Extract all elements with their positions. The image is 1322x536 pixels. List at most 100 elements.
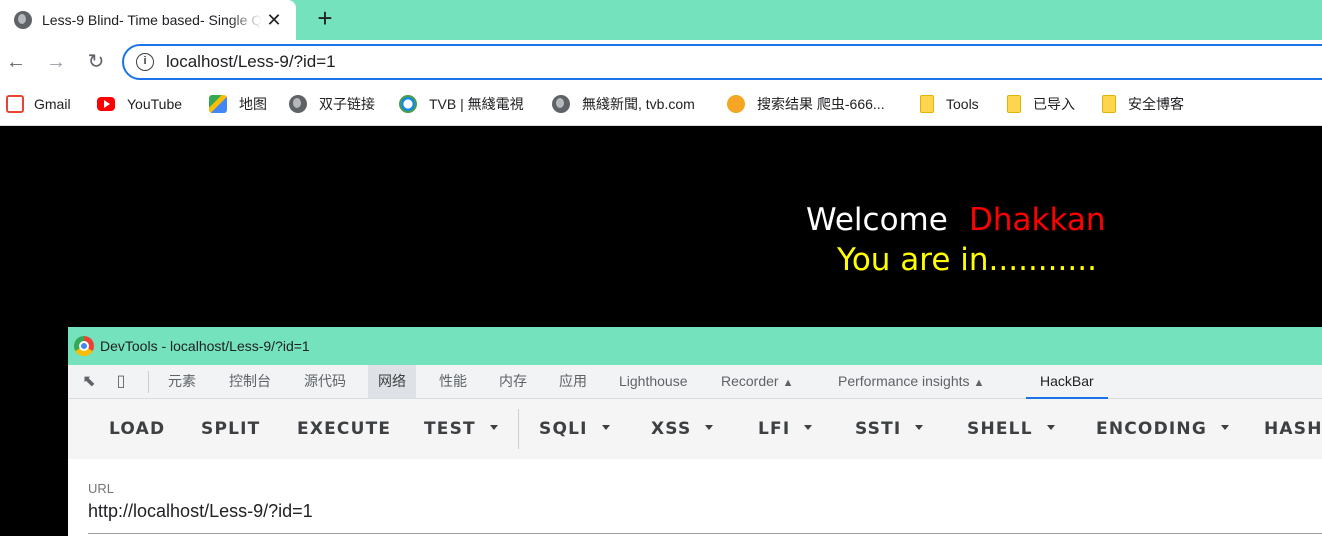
globe-icon xyxy=(552,95,570,113)
browser-tab[interactable]: Less-9 Blind- Time based- Single Quotes-… xyxy=(0,0,296,40)
url-input[interactable]: http://localhost/Less-9/?id=1 xyxy=(88,501,313,522)
url-label: URL xyxy=(88,481,115,496)
button-label: TEST xyxy=(424,419,476,439)
button-label: LFI xyxy=(758,419,791,439)
bookmark-youtube[interactable]: YouTube xyxy=(97,84,182,124)
tab-elements[interactable]: 元素 xyxy=(158,365,206,398)
bookmark-tools[interactable]: Tools xyxy=(920,84,979,124)
hackbar-url-field[interactable]: URL http://localhost/Less-9/?id=1 xyxy=(68,459,1322,536)
chrome-icon xyxy=(74,336,94,356)
tab-label: Recorder xyxy=(721,373,779,389)
experiment-icon: ▲ xyxy=(973,377,985,389)
bookmark-label: 已导入 xyxy=(1033,96,1075,112)
bookmark-imported[interactable]: 已导入 xyxy=(1007,84,1075,124)
bookmark-label: 無綫新聞, tvb.com xyxy=(582,96,695,112)
tab-console[interactable]: 控制台 xyxy=(219,365,281,398)
tab-network[interactable]: 网络 xyxy=(368,365,416,398)
bookmark-maps[interactable]: 地图 xyxy=(209,84,267,124)
folder-icon xyxy=(920,95,934,113)
lfi-dropdown[interactable]: LFI xyxy=(758,419,813,439)
youtube-icon xyxy=(97,97,115,111)
tab-performance[interactable]: 性能 xyxy=(429,365,477,398)
bookmark-label: 双子链接 xyxy=(319,96,375,112)
chevron-down-icon xyxy=(489,424,498,430)
close-icon[interactable]: ✕ xyxy=(264,10,284,30)
bookmark-label: 安全博客 xyxy=(1128,96,1184,112)
test-dropdown[interactable]: TEST xyxy=(424,419,498,439)
button-label: SHELL xyxy=(967,419,1033,439)
devtools-tabbar: ⬉ ▯ 元素 控制台 源代码 网络 性能 内存 应用 Lighthouse Re… xyxy=(68,365,1322,399)
back-icon[interactable]: ← xyxy=(4,50,28,74)
execute-button[interactable]: EXECUTE xyxy=(297,419,391,439)
button-label: SQLI xyxy=(539,419,588,439)
maps-icon xyxy=(209,95,227,113)
chevron-down-icon xyxy=(804,424,813,430)
bookmark-label: Gmail xyxy=(34,96,71,112)
bookmark-gmail[interactable]: Gmail xyxy=(6,84,71,124)
toolbar-divider xyxy=(148,371,149,393)
folder-icon xyxy=(1007,95,1021,113)
bookmark-security-blog[interactable]: 安全博客 xyxy=(1102,84,1184,124)
button-label: SSTI xyxy=(855,419,902,439)
status-message: You are in........... xyxy=(837,242,1097,278)
crown-icon xyxy=(727,95,745,113)
inspect-element-icon[interactable]: ⬉ xyxy=(78,371,100,393)
bookmark-label: 地图 xyxy=(239,96,267,112)
bookmark-label: Tools xyxy=(946,96,979,112)
address-url[interactable]: localhost/Less-9/?id=1 xyxy=(166,52,336,72)
tab-hackbar[interactable]: HackBar xyxy=(1026,365,1108,399)
bookmark-search[interactable]: 搜索结果 爬虫-666... xyxy=(727,84,885,124)
chevron-down-icon xyxy=(915,424,924,430)
folder-icon xyxy=(1102,95,1116,113)
button-label: XSS xyxy=(651,419,692,439)
ssti-dropdown[interactable]: SSTI xyxy=(855,419,924,439)
reload-icon[interactable]: ↻ xyxy=(84,50,108,74)
devtools-window: DevTools - localhost/Less-9/?id=1 ⬉ ▯ 元素… xyxy=(68,327,1322,536)
load-button[interactable]: LOAD xyxy=(109,419,165,439)
gmail-icon xyxy=(6,95,24,113)
forward-icon[interactable]: → xyxy=(44,50,68,74)
button-label: ENCODING xyxy=(1096,419,1207,439)
tab-memory[interactable]: 内存 xyxy=(489,365,537,398)
chevron-down-icon xyxy=(601,424,610,430)
welcome-name: Dhakkan xyxy=(969,202,1106,238)
sqli-dropdown[interactable]: SQLI xyxy=(539,419,610,439)
shell-dropdown[interactable]: SHELL xyxy=(967,419,1055,439)
hashing-dropdown[interactable]: HASHI xyxy=(1264,419,1322,439)
info-icon[interactable]: i xyxy=(136,53,154,71)
device-toolbar-icon[interactable]: ▯ xyxy=(110,371,132,393)
hackbar-toolbar: LOAD SPLIT EXECUTE TEST SQLI XSS LFI SST… xyxy=(68,399,1322,459)
new-tab-icon[interactable]: + xyxy=(312,5,338,32)
welcome-text: Welcome xyxy=(806,202,948,238)
globe-icon xyxy=(289,95,307,113)
bookmark-shuangzi[interactable]: 双子链接 xyxy=(289,84,375,124)
input-underline xyxy=(88,533,1322,534)
tab-title: Less-9 Blind- Time based- Single Quotes-… xyxy=(42,12,262,28)
bookmark-label: YouTube xyxy=(127,96,183,112)
address-bar[interactable]: i localhost/Less-9/?id=1 xyxy=(122,44,1322,80)
tab-sources[interactable]: 源代码 xyxy=(294,365,356,398)
split-button[interactable]: SPLIT xyxy=(201,419,260,439)
bookmark-label: 搜索结果 爬虫-666... xyxy=(757,96,885,112)
tab-recorder[interactable]: Recorder ▲ xyxy=(711,365,803,398)
bookmark-tvb-news[interactable]: 無綫新聞, tvb.com xyxy=(552,84,695,124)
devtools-title: DevTools - localhost/Less-9/?id=1 xyxy=(100,338,310,354)
chevron-down-icon xyxy=(1221,424,1229,430)
chevron-down-icon xyxy=(1046,424,1055,430)
tab-application[interactable]: 应用 xyxy=(549,365,597,398)
tab-lighthouse[interactable]: Lighthouse xyxy=(609,365,698,398)
chevron-down-icon xyxy=(705,424,714,430)
bookmarks-bar: Gmail YouTube 地图 双子链接 TVB | 無綫電視 無綫新聞, t… xyxy=(0,84,1322,126)
devtools-titlebar: DevTools - localhost/Less-9/?id=1 xyxy=(68,327,1322,365)
bookmark-label: TVB | 無綫電視 xyxy=(429,96,524,112)
page-content: Welcome Dhakkan You are in........... xyxy=(0,126,1322,326)
encoding-dropdown[interactable]: ENCODING xyxy=(1096,419,1229,439)
bookmark-tvb[interactable]: TVB | 無綫電視 xyxy=(399,84,524,124)
xss-dropdown[interactable]: XSS xyxy=(651,419,714,439)
browser-toolbar: ← → ↻ i localhost/Less-9/?id=1 xyxy=(0,40,1322,84)
experiment-icon: ▲ xyxy=(782,377,794,389)
tab-performance-insights[interactable]: Performance insights ▲ xyxy=(828,365,994,398)
toolbar-divider xyxy=(518,409,519,449)
tab-strip: Less-9 Blind- Time based- Single Quotes-… xyxy=(0,0,1322,40)
tab-label: Performance insights xyxy=(838,373,970,389)
